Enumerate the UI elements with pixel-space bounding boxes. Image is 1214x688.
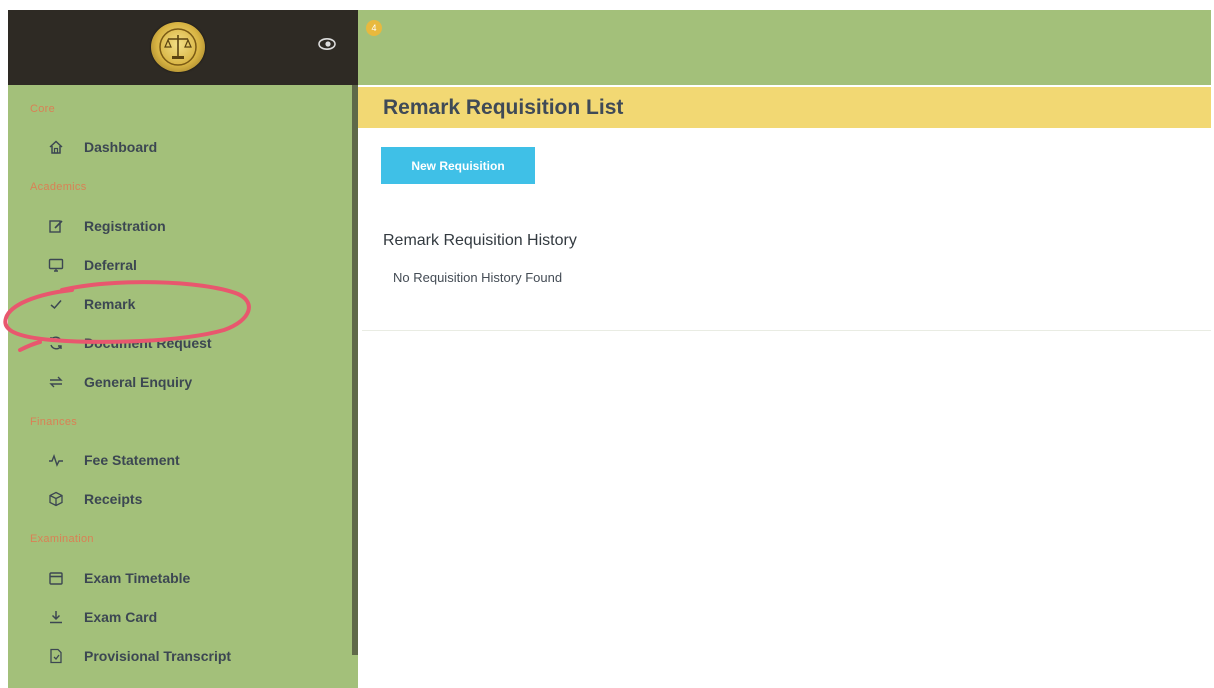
sidebar-item-label: Document Request xyxy=(84,335,212,351)
sidebar-item-label: Remark xyxy=(84,296,136,312)
section-label-academics: Academics xyxy=(30,181,87,193)
download-icon xyxy=(50,611,62,624)
sidebar-item-label: Deferral xyxy=(84,257,137,273)
sidebar-header xyxy=(8,10,358,85)
sidebar-item-fee-statement[interactable]: Fee Statement xyxy=(8,445,348,475)
check-icon xyxy=(50,300,62,310)
sidebar-item-label: Registration xyxy=(84,218,166,234)
sidebar-item-label: Receipts xyxy=(84,491,143,507)
sidebar-item-label: Exam Timetable xyxy=(84,570,191,586)
section-label-core: Core xyxy=(30,103,56,115)
page: Core Dashboard Academics Registration De… xyxy=(0,0,1214,688)
eye-toggle-icon[interactable] xyxy=(318,37,336,51)
sidebar-item-label: Exam Card xyxy=(84,609,158,625)
monitor-icon xyxy=(48,258,64,272)
empty-history-message: No Requisition History Found xyxy=(393,270,563,285)
sidebar-item-label: Fee Statement xyxy=(84,452,180,468)
pulse-icon xyxy=(49,453,63,467)
sidebar-item-provisional-transcript[interactable]: Provisional Transcript xyxy=(8,641,348,671)
sidebar-item-exam-card[interactable]: Exam Card xyxy=(8,602,348,632)
new-requisition-button[interactable]: New Requisition xyxy=(381,147,535,184)
page-header: Remark Requisition List xyxy=(358,87,1211,128)
home-icon xyxy=(49,140,63,154)
sidebar-item-receipts[interactable]: Receipts xyxy=(8,484,348,514)
sidebar-item-deferral[interactable]: Deferral xyxy=(8,250,348,280)
calendar-icon xyxy=(49,572,63,585)
sidebar-item-label: Provisional Transcript xyxy=(84,648,232,664)
refresh-icon xyxy=(50,336,62,350)
scales-of-justice-icon xyxy=(159,28,197,66)
swap-icon xyxy=(49,376,63,388)
sidebar-item-remark[interactable]: Remark xyxy=(8,289,348,319)
sidebar: Core Dashboard Academics Registration De… xyxy=(3,10,358,688)
sidebar-item-registration[interactable]: Registration xyxy=(8,211,348,241)
sidebar-item-exam-timetable[interactable]: Exam Timetable xyxy=(8,563,348,593)
sidebar-item-label: Dashboard xyxy=(84,139,158,155)
section-label-finances: Finances xyxy=(30,416,78,428)
section-label-examination: Examination xyxy=(30,533,94,545)
file-icon xyxy=(50,648,62,664)
sidebar-item-dashboard[interactable]: Dashboard xyxy=(8,132,348,162)
sidebar-item-document-request[interactable]: Document Request xyxy=(8,328,348,358)
page-title: Remark Requisition List xyxy=(383,96,624,119)
sidebar-scrollbar[interactable] xyxy=(352,85,358,655)
notification-badge[interactable]: 4 xyxy=(366,20,382,36)
edit-icon xyxy=(49,220,63,233)
box-icon xyxy=(49,491,63,507)
university-logo xyxy=(151,22,205,72)
top-bar: 4 xyxy=(358,10,1211,85)
history-section-title: Remark Requisition History xyxy=(383,232,577,249)
sidebar-item-label: General Enquiry xyxy=(84,374,193,390)
card-divider xyxy=(362,330,1211,331)
sidebar-item-general-enquiry[interactable]: General Enquiry xyxy=(8,367,348,397)
